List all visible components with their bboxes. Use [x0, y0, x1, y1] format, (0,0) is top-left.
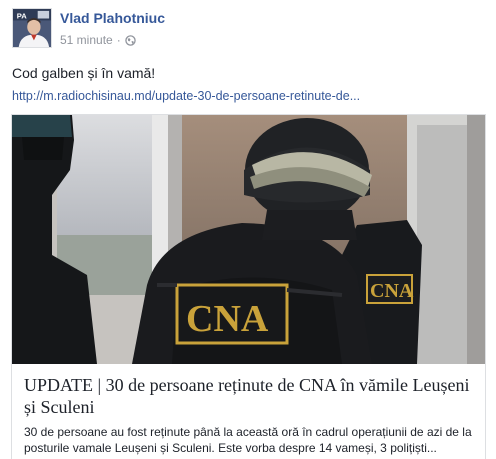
- preview-image[interactable]: CNA CNA: [12, 115, 485, 364]
- avatar-label: PA: [17, 12, 28, 21]
- globe-icon[interactable]: [124, 34, 136, 46]
- facebook-post: PA Vlad Plahotniuc 51 minute · Cod galbe…: [0, 0, 496, 459]
- post-meta: 51 minute ·: [60, 31, 165, 49]
- author-name[interactable]: Vlad Plahotniuc: [60, 9, 165, 28]
- preview-description: 30 de persoane au fost reținute până la …: [24, 425, 472, 455]
- author-avatar[interactable]: PA: [12, 8, 52, 48]
- post-link[interactable]: http://m.radiochisinau.md/update-30-de-p…: [12, 87, 482, 105]
- post-message: Cod galben și în vamă!: [12, 65, 156, 81]
- post-header: PA Vlad Plahotniuc 51 minute ·: [12, 8, 165, 52]
- link-preview[interactable]: CNA CNA UPDATE | 30 de persoane reținute…: [11, 114, 486, 459]
- badge-text-secondary: CNA: [370, 280, 414, 302]
- meta-separator: ·: [116, 33, 121, 47]
- preview-body: UPDATE | 30 de persoane reținute de CNA …: [12, 364, 485, 456]
- preview-title[interactable]: UPDATE | 30 de persoane reținute de CNA …: [24, 374, 473, 418]
- badge-text-main: CNA: [186, 298, 269, 340]
- post-timestamp[interactable]: 51 minute: [60, 31, 113, 49]
